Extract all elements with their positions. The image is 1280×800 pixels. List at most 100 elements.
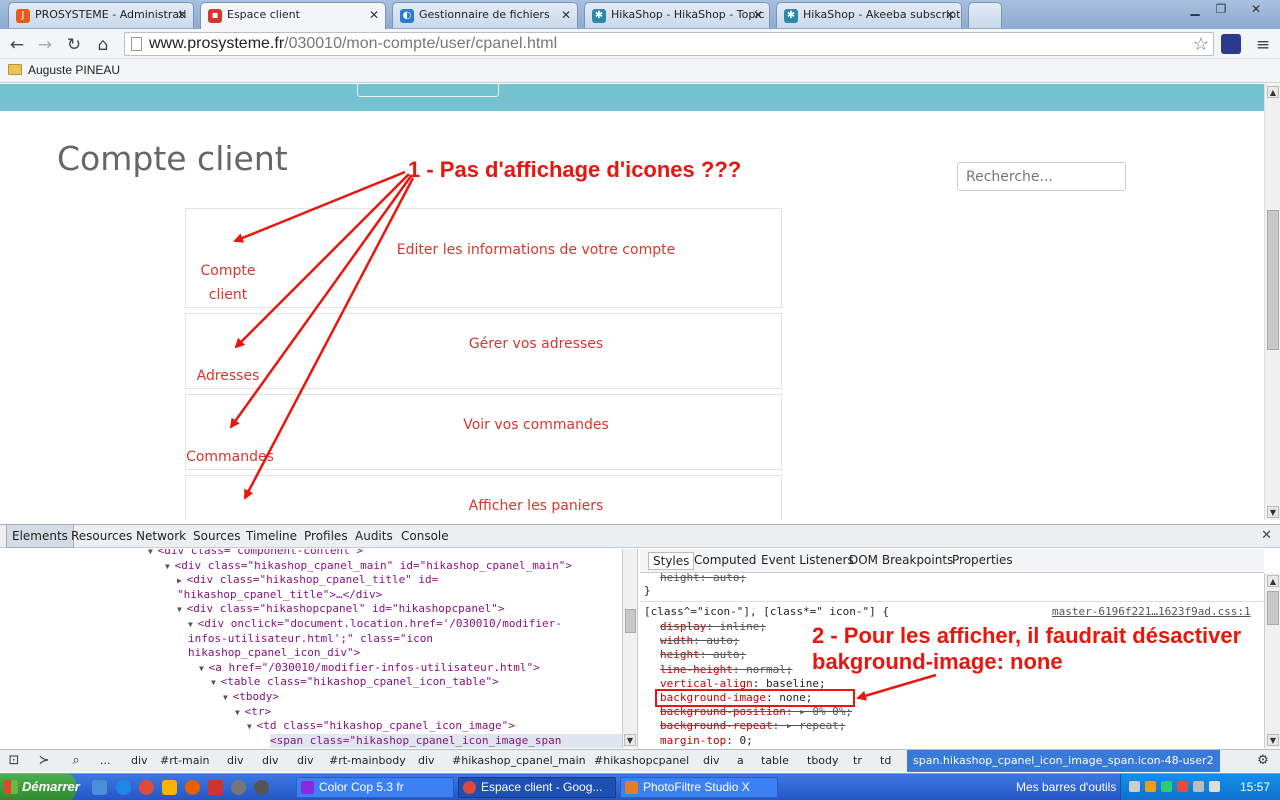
scrollbar-thumb[interactable] (625, 609, 636, 633)
scroll-down-icon[interactable]: ▼ (1267, 506, 1279, 518)
devtools-tab-audits[interactable]: Audits (350, 525, 398, 548)
breadcrumb-item[interactable]: div (131, 754, 148, 767)
devtools-tab-console[interactable]: Console (396, 525, 454, 548)
tray-app-icon[interactable] (1161, 781, 1172, 792)
expand-triangle-icon[interactable]: ▼ (165, 562, 175, 571)
bookmark-star-icon[interactable]: ☆ (1193, 33, 1209, 55)
home-icon[interactable]: ⌂ (92, 34, 114, 56)
address-bar[interactable]: www.prosysteme.fr/030010/mon-compte/user… (124, 32, 1214, 56)
taskbar-window-chrome[interactable]: Espace client - Goog... (458, 777, 616, 798)
expand-triangle-icon[interactable]: ▼ (177, 605, 187, 614)
settings-gear-icon[interactable]: ⚙ (1254, 753, 1272, 769)
devtools-tab-elements[interactable]: Elements (6, 525, 74, 548)
breadcrumb-item[interactable]: div (227, 754, 244, 767)
taskbar-window-colorcop[interactable]: Color Cop 5.3 fr (296, 777, 454, 798)
breadcrumb-item[interactable]: tbody (807, 754, 839, 767)
elements-scrollbar[interactable]: ▼ (622, 549, 638, 748)
quicklaunch-app-icon[interactable] (162, 780, 177, 795)
breadcrumb-item[interactable]: #rt-mainbody (329, 754, 406, 767)
tab-hikashop-topic[interactable]: ✱ HikaShop - HikaShop - Topic ✕ (584, 2, 770, 28)
close-icon[interactable]: ✕ (1261, 528, 1272, 543)
dom-node-line[interactable]: ▼ <div onclick="document.location.href='… (188, 617, 562, 632)
close-icon[interactable]: ✕ (561, 8, 571, 22)
scrollbar-thumb[interactable] (1267, 591, 1279, 625)
close-icon[interactable]: ✕ (945, 8, 955, 22)
breadcrumb-item[interactable]: span.hikashop_cpanel_icon_image_span.ico… (907, 750, 1220, 772)
quicklaunch-app-icon[interactable] (208, 780, 223, 795)
devtools-tab-sources[interactable]: Sources (188, 525, 245, 548)
breadcrumb-item[interactable]: td (880, 754, 891, 767)
quicklaunch-chrome-icon[interactable] (139, 780, 154, 795)
toolbars-label[interactable]: Mes barres d'outils (1016, 780, 1116, 794)
tray-volume-icon[interactable] (1209, 781, 1220, 792)
bookmark-folder[interactable]: Auguste PINEAU (28, 63, 120, 77)
scroll-down-icon[interactable]: ▼ (1267, 734, 1279, 746)
tray-app-icon[interactable] (1193, 781, 1204, 792)
tray-app-icon[interactable] (1177, 781, 1188, 792)
quicklaunch-media-icon[interactable] (254, 780, 269, 795)
dom-node-line[interactable]: hikashop_cpanel_icon_div"> (188, 646, 360, 660)
dom-node-line[interactable]: ▼ <table class="hikashop_cpanel_icon_tab… (211, 675, 499, 690)
dom-node-line[interactable]: ▼ <div class="hikashopcpanel" id="hikash… (177, 602, 505, 617)
close-icon[interactable]: ✕ (753, 8, 763, 22)
dom-node-line[interactable]: "hikashop_cpanel_title">…</div> (177, 588, 382, 602)
devtools-tab-network[interactable]: Network (131, 525, 191, 548)
breadcrumb-item[interactable]: #rt-main (160, 754, 210, 767)
close-icon[interactable]: ✕ (369, 8, 379, 22)
dom-node-line[interactable]: infos-utilisateur.html';" class="icon (188, 632, 433, 646)
quicklaunch-firefox-icon[interactable] (185, 780, 200, 795)
tab-prosysteme-admin[interactable]: J PROSYSTEME - Administrati ✕ (8, 2, 194, 28)
forward-arrow-icon[interactable]: → (34, 34, 56, 56)
reload-icon[interactable]: ↻ (63, 34, 85, 56)
close-icon[interactable]: ✕ (177, 8, 187, 22)
extension-icon[interactable] (1221, 34, 1241, 54)
maximize-icon[interactable]: ❐ (1208, 0, 1234, 18)
scroll-down-icon[interactable]: ▼ (624, 734, 636, 746)
scroll-up-icon[interactable]: ▲ (1267, 575, 1279, 587)
console-drawer-icon[interactable]: ≻ (35, 753, 53, 769)
breadcrumb-item[interactable]: div (297, 754, 314, 767)
dom-node-line[interactable]: ▼ <td class="hikashop_cpanel_icon_image"… (247, 719, 515, 734)
tray-app-icon[interactable] (1145, 781, 1156, 792)
menu-icon[interactable]: ≡ (1252, 34, 1274, 56)
breadcrumb-item[interactable]: #hikashopcpanel (594, 754, 689, 767)
breadcrumb-item[interactable]: div (703, 754, 720, 767)
breadcrumb-item[interactable]: table (761, 754, 789, 767)
dom-node-line[interactable]: <span class="hikashop_cpanel_icon_image_… (270, 733, 622, 748)
dom-node-line[interactable]: ▼ <div class="hikashop_cpanel_main" id="… (165, 559, 572, 574)
dom-node-line[interactable]: ▼ <div class="component-content"> (148, 549, 363, 559)
dom-node-line[interactable]: ▶ <div class="hikashop_cpanel_title" id= (177, 573, 438, 588)
elements-panel[interactable]: ▼ <div class="component-content"> ▼ <div … (0, 549, 622, 748)
expand-triangle-icon[interactable]: ▶ (177, 576, 187, 585)
breadcrumb-item[interactable]: ... (100, 754, 111, 767)
page-scrollbar[interactable]: ▲ ▼ (1264, 84, 1280, 520)
devtools-tab-resources[interactable]: Resources (66, 525, 137, 548)
expand-triangle-icon[interactable]: ▼ (199, 664, 209, 673)
devtools-tab-profiles[interactable]: Profiles (299, 525, 353, 548)
breadcrumb-item[interactable]: #hikashop_cpanel_main (452, 754, 586, 767)
expand-triangle-icon[interactable]: ▼ (235, 708, 245, 717)
breadcrumb-item[interactable]: tr (853, 754, 862, 767)
tab-espace-client[interactable]: ▪ Espace client ✕ (200, 2, 386, 29)
tray-network-icon[interactable] (1129, 781, 1140, 792)
expand-triangle-icon[interactable]: ▼ (247, 722, 257, 731)
inspect-search-icon[interactable]: ⌕ (67, 753, 85, 769)
scroll-up-icon[interactable]: ▲ (1267, 86, 1279, 98)
expand-triangle-icon[interactable]: ▼ (223, 693, 233, 702)
new-tab-button[interactable] (968, 2, 1002, 28)
dom-node-line[interactable]: ▼ <tbody> (223, 690, 279, 705)
breadcrumb-item[interactable]: a (737, 754, 744, 767)
back-arrow-icon[interactable]: ← (6, 34, 28, 56)
breadcrumb-item[interactable]: div (418, 754, 435, 767)
dom-node-line[interactable]: ▼ <a href="/030010/modifier-infos-utilis… (199, 661, 540, 676)
expand-triangle-icon[interactable]: ▼ (188, 620, 198, 629)
styles-scrollbar[interactable]: ▲ ▼ (1264, 573, 1280, 748)
expand-triangle-icon[interactable]: ▼ (148, 549, 158, 556)
tab-file-manager[interactable]: ◐ Gestionnaire de fichiers ✕ (392, 2, 578, 28)
minimize-icon[interactable]: ▁ (1182, 0, 1208, 18)
start-button[interactable]: Démarrer (0, 774, 80, 800)
scrollbar-thumb[interactable] (1267, 210, 1279, 350)
taskbar-window-photofiltre[interactable]: PhotoFiltre Studio X (620, 777, 778, 798)
quicklaunch-explorer-icon[interactable] (92, 780, 107, 795)
quicklaunch-ie-icon[interactable] (116, 780, 131, 795)
